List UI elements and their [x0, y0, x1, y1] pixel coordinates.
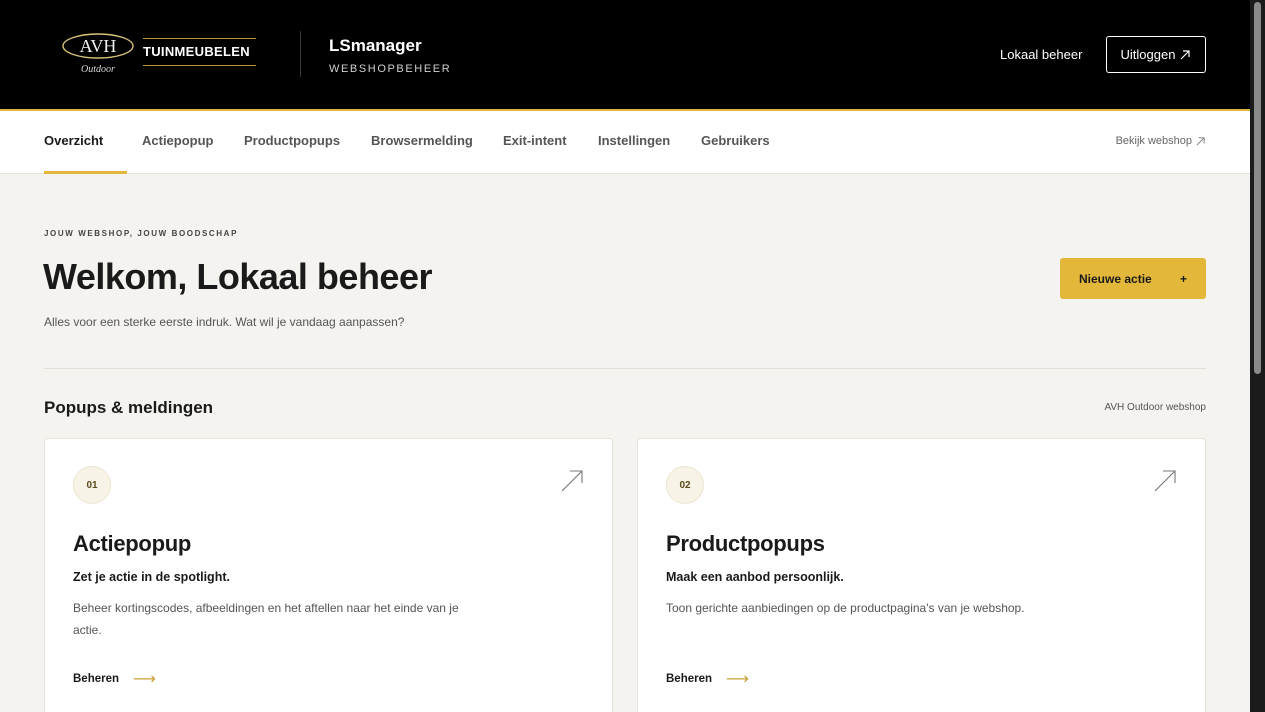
- card-productpopups[interactable]: 02 Productpopups Maak een aanbod persoon…: [637, 438, 1206, 712]
- avh-outdoor-logo[interactable]: AVH Outdoor: [60, 32, 136, 76]
- page-title: Welkom, Lokaal beheer: [43, 256, 432, 297]
- main-nav: Overzicht Actiepopup Productpopups Brows…: [0, 111, 1250, 174]
- new-action-button[interactable]: Nieuwe actie +: [1060, 258, 1206, 299]
- tab-overzicht[interactable]: Overzicht: [44, 133, 103, 148]
- card-description: Beheer kortingscodes, afbeeldingen en he…: [73, 601, 459, 637]
- external-arrow-icon: [1196, 136, 1205, 145]
- current-user: Lokaal beheer: [1000, 47, 1083, 62]
- arrow-up-right-icon: [1154, 470, 1176, 492]
- tab-exit-intent[interactable]: Exit-intent: [503, 133, 567, 148]
- card-manage-label: Beheren: [666, 673, 713, 685]
- eyebrow-label: JOUW WEBSHOP, JOUW BOODSCHAP: [44, 229, 238, 238]
- app-subtitle: WEBSHOPBEHEER: [329, 63, 452, 75]
- app-title: LSmanager: [329, 36, 422, 55]
- top-header: AVH Outdoor TUINMEUBELEN LSmanager WEBSH…: [0, 0, 1250, 109]
- section-divider: [44, 368, 1206, 369]
- card-description: Toon gerichte aanbiedingen op de product…: [666, 601, 1025, 615]
- arrow-right-icon: ⟶: [133, 671, 156, 688]
- logo-text: AVH: [80, 36, 117, 56]
- card-number-badge: 01: [73, 466, 111, 504]
- card-number-badge: 02: [666, 466, 704, 504]
- logout-label: Uitloggen: [1120, 47, 1176, 62]
- view-webshop-link[interactable]: Bekijk webshop: [1116, 135, 1206, 147]
- tab-gebruikers[interactable]: Gebruikers: [701, 133, 770, 148]
- scrollbar-thumb[interactable]: [1254, 2, 1261, 374]
- card-manage-link[interactable]: Beheren ⟶: [73, 669, 156, 689]
- arrow-right-icon: ⟶: [726, 671, 749, 688]
- logout-button[interactable]: Uitloggen: [1106, 36, 1206, 73]
- tab-actiepopup[interactable]: Actiepopup: [142, 133, 214, 148]
- card-tagline: Zet je actie in de spotlight.: [73, 570, 230, 584]
- tab-productpopups[interactable]: Productpopups: [244, 133, 340, 148]
- card-manage-label: Beheren: [73, 673, 120, 685]
- section-title: Popups & meldingen: [44, 398, 214, 417]
- page-scrollbar[interactable]: [1250, 0, 1265, 712]
- card-tagline: Maak een aanbod persoonlijk.: [666, 570, 844, 584]
- section-meta: AVH Outdoor webshop: [1104, 402, 1206, 413]
- view-webshop-label: Bekijk webshop: [1115, 135, 1192, 147]
- arrow-up-right-icon: [561, 470, 583, 492]
- card-actiepopup[interactable]: 01 Actiepopup Zet je actie in de spotlig…: [44, 438, 613, 712]
- new-action-label: Nieuwe actie: [1079, 271, 1152, 286]
- active-tab-indicator: [44, 171, 127, 174]
- tab-instellingen[interactable]: Instellingen: [598, 133, 670, 148]
- page-subtitle: Alles voor een sterke eerste indruk. Wat…: [44, 315, 405, 329]
- logo-subtext: Outdoor: [81, 64, 115, 75]
- brand-text: TUINMEUBELEN: [143, 44, 250, 59]
- external-arrow-icon: [1181, 49, 1191, 59]
- brand-label: TUINMEUBELEN: [143, 38, 256, 66]
- plus-icon: +: [1179, 271, 1187, 286]
- tab-browsermelding[interactable]: Browsermelding: [371, 133, 473, 148]
- card-title: Actiepopup: [73, 531, 191, 556]
- card-manage-link[interactable]: Beheren ⟶: [666, 669, 749, 689]
- header-divider: [300, 31, 301, 77]
- brand-rule-bottom: [143, 65, 256, 66]
- card-title: Productpopups: [666, 531, 825, 556]
